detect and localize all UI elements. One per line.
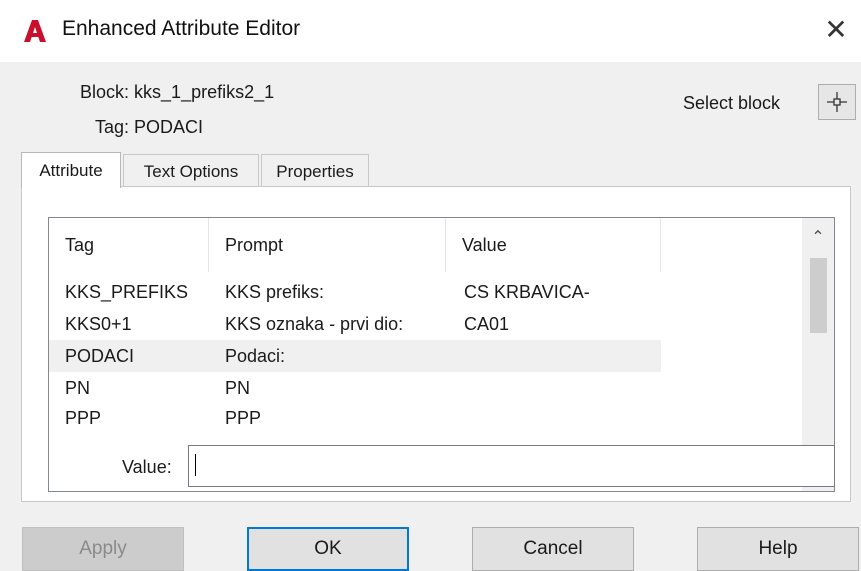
row-prompt: PPP bbox=[225, 408, 262, 428]
block-label-text: Block: bbox=[80, 82, 130, 102]
scroll-up-icon[interactable]: ⌃ bbox=[802, 222, 834, 252]
crosshair-icon bbox=[827, 92, 847, 112]
tag-label-text: Tag: bbox=[95, 117, 130, 137]
apply-button[interactable]: Apply bbox=[22, 527, 184, 571]
tab-text-options[interactable]: Text Options bbox=[123, 154, 259, 188]
row-tag: PPP bbox=[65, 408, 102, 428]
row-tag: KKS0+1 bbox=[65, 314, 132, 334]
row-value: CA01 bbox=[464, 314, 510, 334]
list-row[interactable]: KKS_PREFIKS KKS prefiks: CS KRBAVICA- bbox=[49, 276, 661, 308]
ok-button[interactable]: OK bbox=[247, 527, 409, 571]
row-prompt: Podaci: bbox=[225, 346, 286, 366]
select-block-label: Select block bbox=[683, 93, 781, 113]
row-tag: PODACI bbox=[65, 346, 135, 366]
cancel-button[interactable]: Cancel bbox=[472, 527, 634, 571]
value-input[interactable] bbox=[188, 445, 835, 487]
row-tag: PN bbox=[65, 378, 91, 398]
window-title: Enhanced Attribute Editor bbox=[62, 17, 301, 40]
text-caret bbox=[195, 454, 196, 476]
close-button[interactable]: ✕ bbox=[818, 12, 854, 48]
list-row[interactable]: PPP PPP bbox=[49, 402, 661, 434]
tag-label: Tag: PODACI bbox=[95, 117, 203, 138]
block-label: Block: kks_1_prefiks2_1 bbox=[80, 82, 274, 103]
row-prompt: PN bbox=[225, 378, 251, 398]
tag-name-value: PODACI bbox=[134, 117, 204, 137]
list-row[interactable]: PN PN bbox=[49, 372, 661, 404]
autocad-logo-icon bbox=[24, 20, 46, 42]
title-bar: Enhanced Attribute Editor ✕ bbox=[0, 0, 861, 62]
row-tag: KKS_PREFIKS bbox=[65, 282, 189, 302]
column-header-tag[interactable]: Tag bbox=[49, 218, 209, 272]
tab-properties[interactable]: Properties bbox=[261, 154, 369, 188]
help-button[interactable]: Help bbox=[697, 527, 859, 571]
select-block-button[interactable] bbox=[818, 84, 856, 120]
row-prompt: KKS prefiks: bbox=[225, 282, 325, 302]
value-field-label: Value: bbox=[122, 457, 172, 477]
row-prompt: KKS oznaka - prvi dio: bbox=[225, 314, 404, 334]
row-value: CS KRBAVICA- bbox=[464, 282, 590, 302]
list-header: Tag Prompt Value bbox=[49, 218, 803, 272]
tab-attribute[interactable]: Attribute bbox=[21, 152, 121, 188]
column-header-prompt[interactable]: Prompt bbox=[209, 218, 446, 272]
scroll-thumb[interactable] bbox=[810, 258, 827, 333]
block-name-value: kks_1_prefiks2_1 bbox=[134, 82, 275, 102]
dialog-body: Block: kks_1_prefiks2_1 Tag: PODACI Sele… bbox=[0, 62, 861, 571]
column-header-value[interactable]: Value bbox=[446, 218, 661, 272]
list-row[interactable]: KKS0+1 KKS oznaka - prvi dio: CA01 bbox=[49, 308, 661, 340]
list-row-selected[interactable]: PODACI Podaci: bbox=[49, 340, 661, 372]
